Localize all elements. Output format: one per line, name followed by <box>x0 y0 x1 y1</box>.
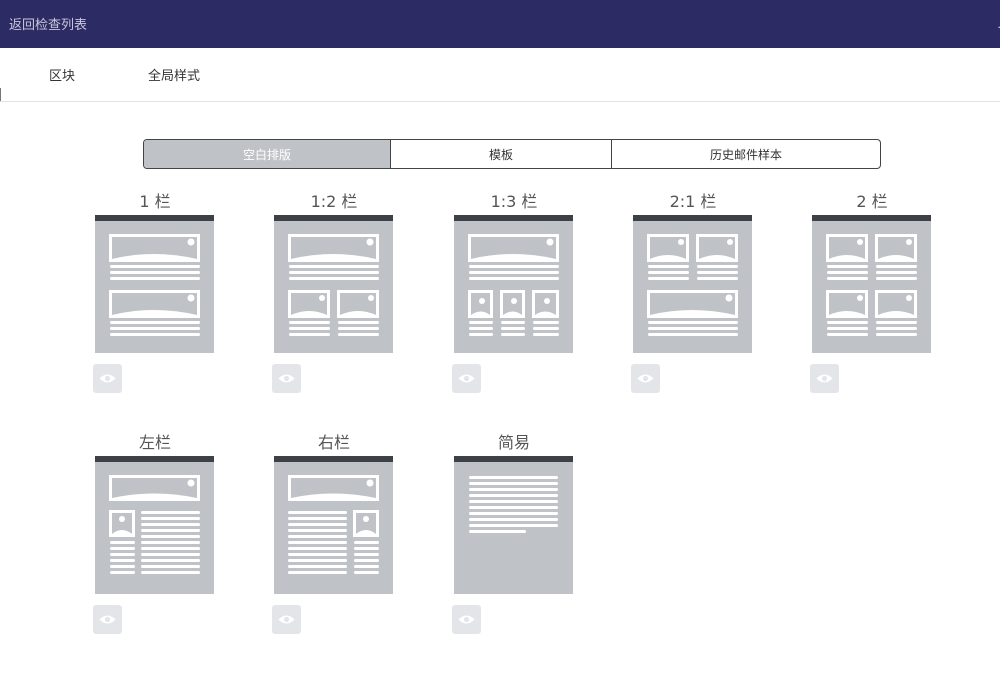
layout-thumbnail-2-column[interactable] <box>812 215 931 353</box>
segment-past-emails[interactable]: 历史邮件样本 <box>611 140 880 168</box>
layout-wireframe-1-2-column <box>288 234 379 336</box>
segment-blank-layout[interactable]: 空白排版 <box>144 140 390 168</box>
eye-icon <box>99 374 116 383</box>
preview-button[interactable] <box>452 605 481 634</box>
tab-blocks[interactable]: 区块 <box>49 65 75 84</box>
layout-wireframe-1-3-column <box>468 234 559 336</box>
eye-icon <box>637 374 654 383</box>
layout-label: 右栏 <box>317 433 350 452</box>
tab-global-styles[interactable]: 全局样式 <box>148 65 200 84</box>
layout-thumbnail-left-sidebar[interactable] <box>95 456 214 594</box>
layout-label: 2 栏 <box>856 192 888 211</box>
eye-icon <box>278 374 295 383</box>
layout-thumbnail-1-2-column[interactable] <box>274 215 393 353</box>
preview-button[interactable] <box>272 364 301 393</box>
layout-thumbnail-1-3-column[interactable] <box>454 215 573 353</box>
layout-thumbnail-right-sidebar[interactable] <box>274 456 393 594</box>
eye-icon <box>458 615 475 624</box>
back-to-checklist-link[interactable]: 返回检查列表 <box>9 14 87 33</box>
layout-wireframe-2-1-column <box>647 234 738 336</box>
layout-source-segmented-control: 空白排版 模板 历史邮件样本 <box>143 139 881 169</box>
layout-wireframe-1-column <box>109 234 200 336</box>
eye-icon <box>278 615 295 624</box>
layout-label: 左栏 <box>138 433 171 452</box>
layout-label: 1:3 栏 <box>490 192 538 211</box>
preview-button[interactable] <box>452 364 481 393</box>
segment-templates[interactable]: 模板 <box>390 140 611 168</box>
editor-tab-bar: 区块 全局样式 <box>0 48 1000 102</box>
eye-icon <box>99 615 116 624</box>
preview-button[interactable] <box>631 364 660 393</box>
layout-wireframe-right-sidebar <box>288 475 379 574</box>
top-navbar: 返回检查列表 J <box>0 0 1000 48</box>
preview-button[interactable] <box>810 364 839 393</box>
layout-label: 2:1 栏 <box>669 192 717 211</box>
layout-label: 1 栏 <box>139 192 171 211</box>
layout-wireframe-left-sidebar <box>109 475 200 574</box>
layout-wireframe-2-column <box>826 234 917 336</box>
layout-thumbnail-simple[interactable] <box>454 456 573 594</box>
layout-thumbnail-2-1-column[interactable] <box>633 215 752 353</box>
preview-button[interactable] <box>93 364 122 393</box>
layout-thumbnail-1-column[interactable] <box>95 215 214 353</box>
layout-label: 1:2 栏 <box>310 192 358 211</box>
eye-icon <box>458 374 475 383</box>
preview-button[interactable] <box>272 605 301 634</box>
panel-edge <box>0 88 1 101</box>
preview-button[interactable] <box>93 605 122 634</box>
layout-label: 简易 <box>497 433 530 452</box>
eye-icon <box>816 374 833 383</box>
layout-wireframe-simple <box>469 476 558 533</box>
